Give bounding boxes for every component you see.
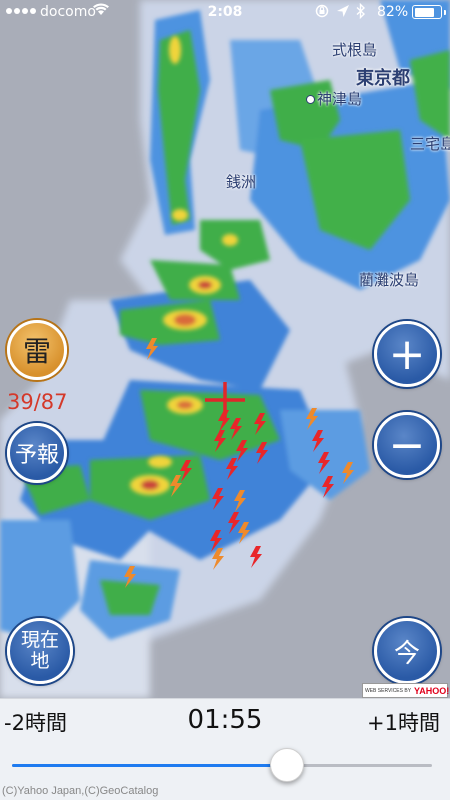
strike-count: 39/87 bbox=[7, 390, 68, 414]
battery-icon bbox=[412, 5, 446, 19]
minus-icon: − bbox=[388, 419, 426, 471]
copyright-text: (C)Yahoo Japan,(C)GeoCatalog bbox=[2, 785, 159, 797]
current-location-button[interactable]: 現在地 bbox=[7, 618, 73, 684]
plus-one-hour-label: +1時間 bbox=[367, 711, 440, 735]
bluetooth-icon bbox=[355, 2, 367, 23]
thunder-button[interactable]: 雷 bbox=[7, 320, 67, 380]
place-label: 三宅島 bbox=[410, 135, 450, 153]
orientation-lock-icon bbox=[315, 3, 329, 23]
status-bar: docomo 2:08 82% bbox=[0, 0, 450, 24]
time-slider-thumb[interactable] bbox=[270, 748, 305, 782]
forecast-button[interactable]: 予報 bbox=[7, 423, 67, 483]
place-label: 神津島 bbox=[306, 88, 362, 109]
zoom-out-button[interactable]: − bbox=[374, 412, 440, 478]
plus-icon: + bbox=[388, 328, 426, 380]
place-label: 銭洲 bbox=[226, 173, 257, 191]
rain-radar-app: 式根島 東京都 神津島 三宅島 銭洲 藺灘波島 docomo 2:08 82% … bbox=[0, 0, 450, 800]
yahoo-attribution-badge[interactable]: WEB SERVICES BY YAHOO! bbox=[362, 683, 450, 698]
zoom-in-button[interactable]: + bbox=[374, 321, 440, 387]
battery-percent: 82% bbox=[377, 4, 409, 20]
now-button[interactable]: 今 bbox=[374, 618, 440, 684]
location-arrow-icon bbox=[336, 3, 350, 23]
place-label: 東京都 bbox=[356, 68, 410, 89]
forecast-label: 予報 bbox=[14, 443, 59, 468]
place-label: 式根島 bbox=[332, 41, 378, 59]
time-control-bar: -2時間 01:55 +1時間 (C)Yahoo Japan,(C)GeoCat… bbox=[0, 698, 450, 800]
place-label: 藺灘波島 bbox=[359, 271, 420, 289]
time-slider-track[interactable] bbox=[12, 764, 432, 767]
now-label: 今 bbox=[393, 638, 420, 669]
yahoo-logo: YAHOO! bbox=[414, 685, 450, 696]
current-location-label: 現在地 bbox=[20, 629, 59, 672]
thunder-label: 雷 bbox=[22, 335, 51, 368]
time-slider-fill bbox=[12, 764, 288, 767]
